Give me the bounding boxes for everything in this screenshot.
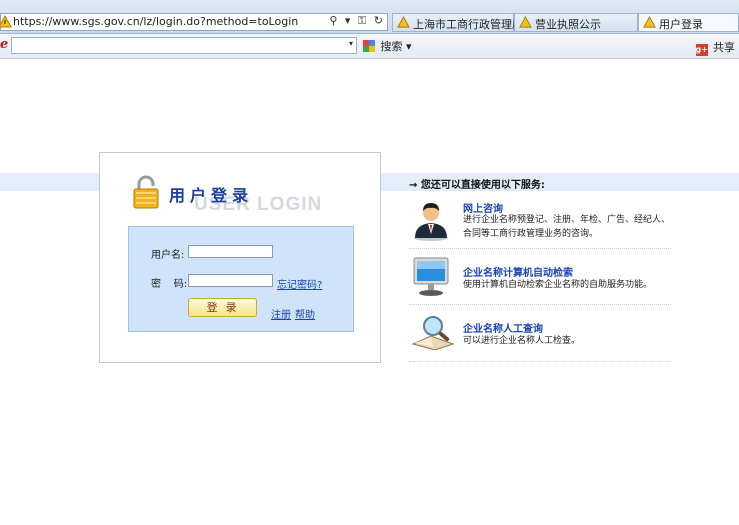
warning-icon	[519, 16, 532, 28]
service-description: 可以进行企业名称人工检查。	[463, 336, 581, 346]
service-name-manual-search: 企业名称人工查询 可以进行企业名称人工检查。	[409, 304, 671, 362]
search-label: 搜索	[380, 40, 403, 53]
warning-icon	[397, 16, 410, 28]
magnifier-book-icon	[411, 316, 455, 350]
password-label: 密 码:	[151, 279, 188, 290]
address-url[interactable]: https://www.sgs.gov.cn/lz/login.do?metho…	[13, 15, 298, 28]
tab-label: 上海市工商行政管理局	[413, 18, 523, 31]
share-button[interactable]: g+ 共享	[695, 39, 735, 56]
tab-user-login[interactable]: 用户登录	[638, 13, 739, 32]
services-heading: → 您还可以直接使用以下服务:	[409, 180, 545, 191]
service-name-auto-search: 企业名称计算机自动检索 使用计算机自动检索企业名称的自助服务功能。	[409, 248, 671, 305]
tab-shanghai-aic[interactable]: 上海市工商行政管理局	[392, 13, 523, 32]
tab-business-license[interactable]: 营业执照公示	[514, 13, 638, 32]
service-title[interactable]: 企业名称人工查询	[463, 320, 543, 335]
chevron-down-icon[interactable]: ▾	[406, 40, 412, 53]
login-button[interactable]: 登录	[188, 298, 257, 317]
padlock-icon	[133, 175, 159, 209]
chevron-down-icon[interactable]: ▾	[349, 39, 353, 48]
toolbar-search-input[interactable]: ▾	[11, 37, 357, 54]
forgot-password-link[interactable]: 忘记密码?	[277, 276, 322, 291]
browser-tab-bar: https://www.sgs.gov.cn/lz/login.do?metho…	[0, 0, 739, 34]
help-link[interactable]: 帮助	[295, 306, 315, 321]
address-bar[interactable]: https://www.sgs.gov.cn/lz/login.do?metho…	[0, 13, 388, 31]
google-plus-icon: g+	[695, 44, 708, 56]
consultant-icon	[414, 203, 448, 241]
computer-monitor-icon	[413, 257, 449, 296]
toolbar-search-button[interactable]: 搜索 ▾	[363, 38, 412, 54]
browser-toolbar: e ▾ 搜索 ▾ g+ 共享	[0, 34, 739, 59]
service-description: 使用计算机自动检索企业名称的自助服务功能。	[463, 280, 653, 290]
browser-logo-icon: e	[0, 37, 9, 52]
service-online-consult: 网上咨询 进行企业名称预登记、注册、年检、广告、经纪人、合同等工商行政管理业务的…	[409, 193, 671, 249]
username-label: 用户名:	[151, 250, 185, 261]
google-icon	[363, 40, 375, 52]
address-actions-icon[interactable]: ⚲ ▾ ⚿ ↻	[329, 14, 385, 28]
certificate-warning-icon[interactable]	[0, 15, 12, 29]
login-panel: USER LOGIN 用户登录 用户名: 密 码: 忘记密码? 登录 注册 帮助	[99, 152, 381, 363]
share-label: 共享	[713, 41, 735, 54]
tab-label: 营业执照公示	[535, 18, 601, 31]
service-description: 进行企业名称预登记、注册、年检、广告、经纪人、合同等工商行政管理业务的咨询。	[463, 215, 671, 239]
warning-icon	[643, 16, 656, 28]
password-input[interactable]	[188, 274, 273, 287]
login-title: 用户登录	[169, 186, 254, 205]
login-form: 用户名: 密 码: 忘记密码? 登录 注册 帮助	[128, 226, 354, 332]
username-input[interactable]	[188, 245, 273, 258]
service-title[interactable]: 企业名称计算机自动检索	[463, 264, 573, 279]
tab-label: 用户登录	[659, 18, 703, 31]
register-link[interactable]: 注册	[271, 306, 291, 321]
